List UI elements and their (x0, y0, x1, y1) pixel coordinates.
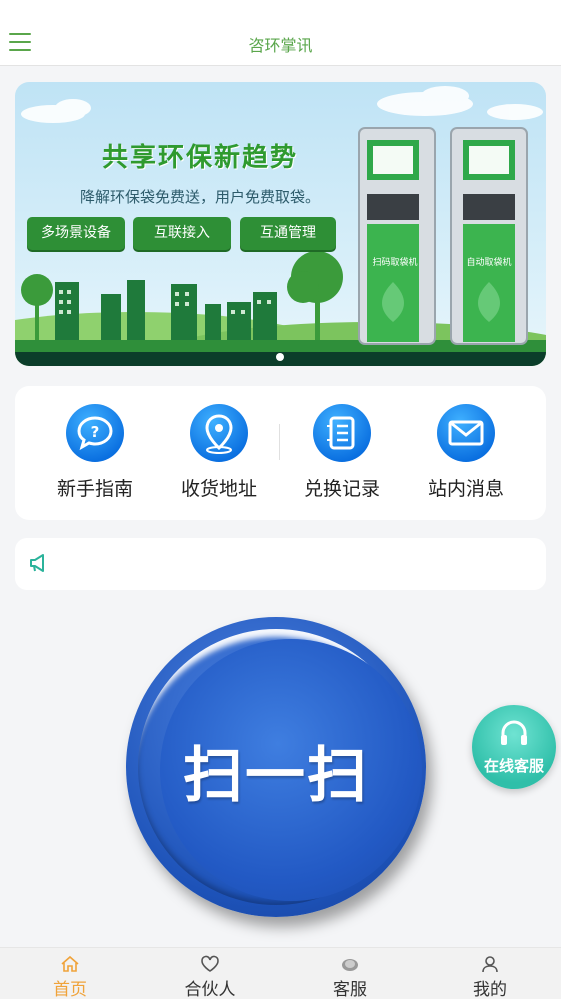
list-document-icon (313, 404, 371, 462)
tab-label: 合伙人 (184, 980, 236, 999)
quick-link-address[interactable]: 收货地址 (169, 404, 269, 501)
machine-label: 自动取袋机 (466, 258, 512, 268)
tab-mine[interactable]: 我的 (450, 955, 530, 999)
svg-text:?: ? (91, 423, 100, 441)
banner-tag: 互联接入 (133, 217, 231, 250)
tab-service[interactable]: 客服 (310, 955, 390, 999)
heart-icon (201, 955, 219, 972)
question-bubble-icon: ? (66, 404, 124, 462)
service-icon (342, 959, 358, 971)
quick-link-messages[interactable]: 站内消息 (416, 404, 516, 501)
quick-link-label: 收货地址 (180, 478, 257, 500)
tab-label: 首页 (53, 980, 87, 999)
page-title: 咨环掌讯 (248, 36, 313, 55)
divider (279, 424, 280, 460)
user-icon (482, 956, 498, 973)
quick-link-redeem-history[interactable]: 兑换记录 (292, 404, 392, 501)
tab-partner[interactable]: 合伙人 (170, 955, 250, 999)
tab-label: 客服 (333, 980, 367, 999)
banner-tag: 互通管理 (240, 217, 336, 250)
quick-link-label: 兑换记录 (303, 478, 380, 500)
promo-banner[interactable]: 共享环保新趋势 降解环保袋免费送，用户免费取袋。 多场景设备 互联接入 互通管理… (15, 82, 546, 366)
online-service-label: 在线客服 (483, 757, 544, 775)
headset-icon (501, 720, 527, 745)
tab-label: 我的 (473, 980, 507, 999)
quick-link-guide[interactable]: ? 新手指南 (45, 404, 145, 501)
tab-home[interactable]: 首页 (30, 955, 110, 999)
quick-link-label: 站内消息 (427, 478, 504, 500)
notice-bar[interactable] (15, 538, 546, 590)
megaphone-icon (27, 552, 49, 578)
app-header: 咨环掌讯 (0, 0, 561, 66)
quick-links-card: ? 新手指南 收货地址 兑换记录 站内消息 (15, 386, 546, 520)
carousel-dot-active[interactable] (276, 353, 284, 361)
home-icon (61, 955, 79, 972)
banner-subtitle: 降解环保袋免费送，用户免费取袋。 (79, 188, 320, 206)
scan-button-label: 扫一扫 (183, 741, 369, 811)
banner-headline: 共享环保新趋势 (101, 143, 298, 173)
banner-tag: 多场景设备 (27, 217, 125, 250)
quick-link-label: 新手指南 (56, 478, 133, 500)
scan-button-outer: 扫一扫 (126, 617, 426, 917)
online-service-button[interactable]: 在线客服 (472, 705, 556, 789)
map-pin-icon (190, 404, 248, 462)
mail-icon (437, 404, 495, 462)
machine-label: 扫码取袋机 (372, 258, 418, 268)
scan-button[interactable]: 扫一扫 (126, 617, 431, 922)
bottom-tab-bar: 首页 合伙人 客服 我的 (0, 947, 561, 999)
